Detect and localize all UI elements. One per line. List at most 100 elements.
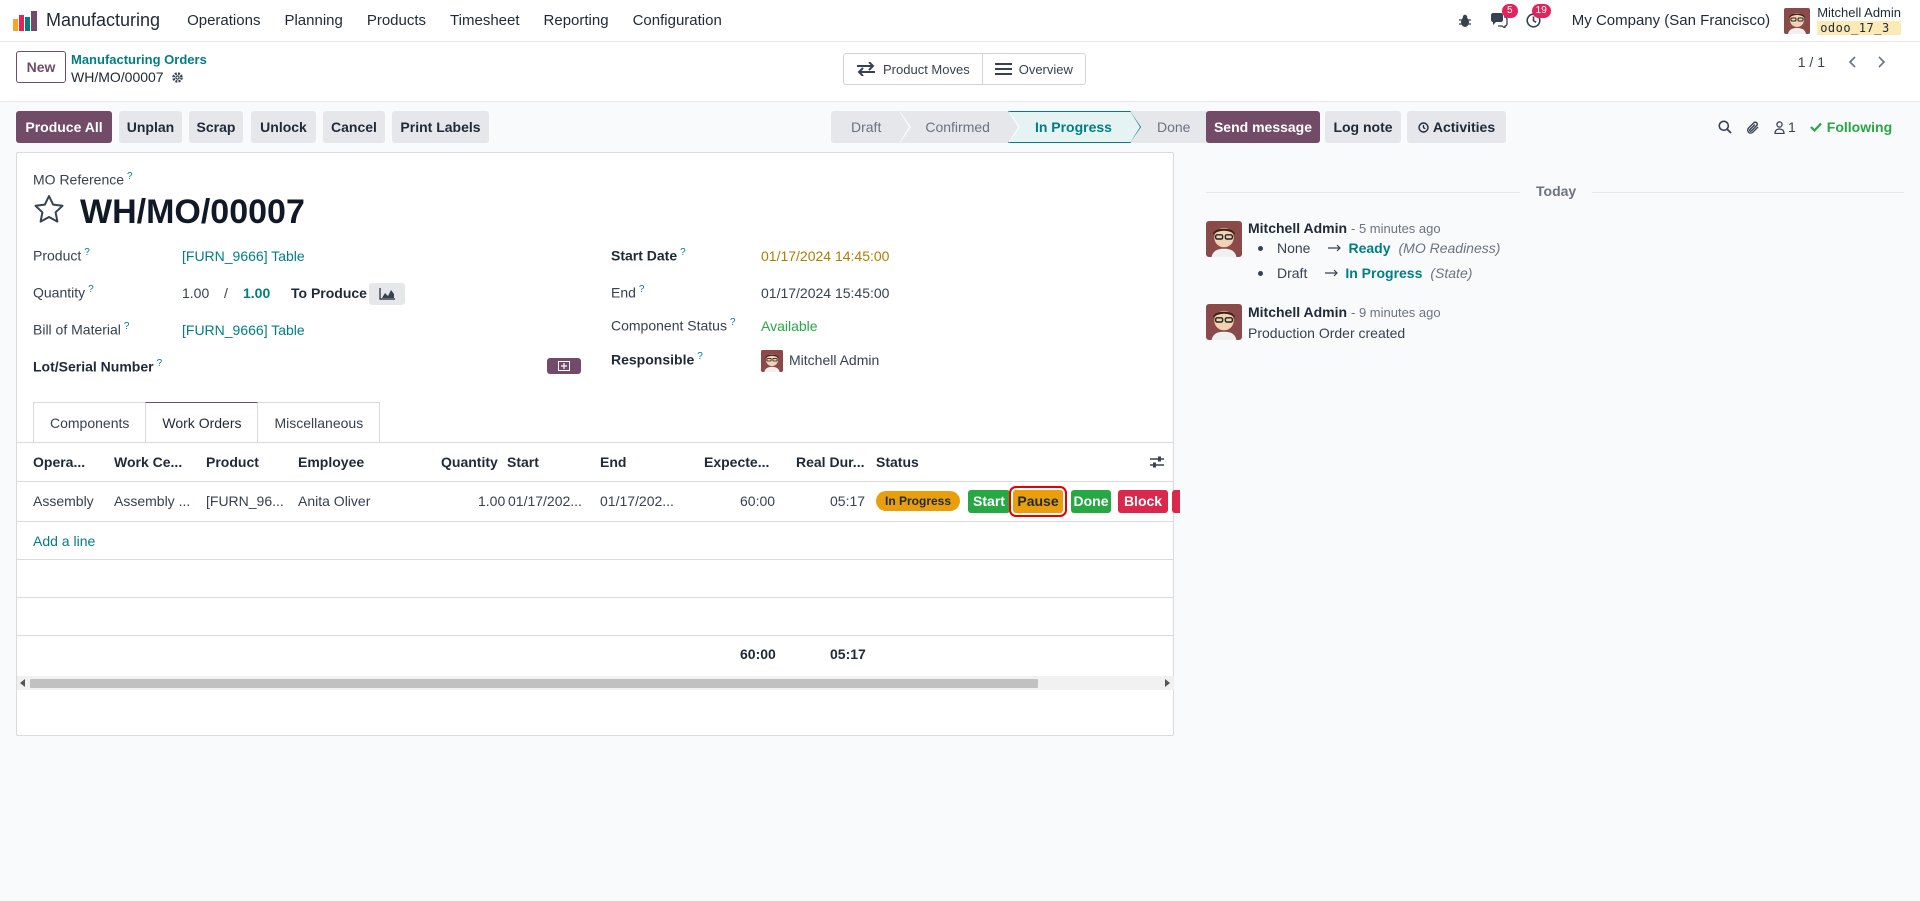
app-brand[interactable]: Manufacturing <box>13 10 160 31</box>
done-button[interactable]: Done <box>1071 490 1111 513</box>
tracking-old-value: Draft <box>1277 265 1308 281</box>
followers-button[interactable]: 1 <box>1774 119 1796 135</box>
cell-expected: 60:00 <box>740 493 776 509</box>
menu-reporting[interactable]: Reporting <box>532 0 621 42</box>
column-product[interactable]: Product <box>206 454 259 470</box>
message-avatar[interactable] <box>1206 221 1242 257</box>
menu-configuration[interactable]: Configuration <box>621 0 734 42</box>
message-avatar[interactable] <box>1206 304 1242 340</box>
scroll-right-icon[interactable] <box>1165 679 1170 687</box>
print-labels-button[interactable]: Print Labels <box>392 111 489 143</box>
top-navbar: Manufacturing Operations Planning Produc… <box>0 0 1920 42</box>
following-button[interactable]: Following <box>1810 119 1892 135</box>
column-employee[interactable]: Employee <box>298 454 364 470</box>
tab-miscellaneous[interactable]: Miscellaneous <box>257 402 381 442</box>
messages-icon[interactable]: 5 <box>1490 4 1518 28</box>
pager-value[interactable]: 1 / 1 <box>1798 54 1825 70</box>
add-line-row: Add a line <box>17 522 1174 560</box>
breadcrumb-manufacturing-orders[interactable]: Manufacturing Orders <box>71 52 207 67</box>
manufacturing-app-icon <box>13 10 38 31</box>
stage-confirmed[interactable]: Confirmed <box>899 111 1020 143</box>
message-author[interactable]: Mitchell Admin <box>1248 220 1347 236</box>
message-body: Production Order created <box>1248 325 1406 341</box>
date-separator-today: Today <box>1520 183 1593 199</box>
cell-end: 01/17/202... <box>600 493 674 509</box>
star-icon[interactable] <box>33 194 65 224</box>
quantity-field[interactable]: 1.00 <box>182 285 209 301</box>
component-status-field: Available <box>761 318 818 334</box>
column-status[interactable]: Status <box>876 454 919 470</box>
activities-label: Activities <box>1432 119 1496 135</box>
add-lot-icon[interactable] <box>547 358 581 374</box>
start-date-field[interactable]: 01/17/2024 14:45:00 <box>761 248 889 264</box>
column-real-duration[interactable]: Real Dur... <box>796 454 864 470</box>
stage-draft[interactable]: Draft <box>831 111 912 143</box>
menu-operations[interactable]: Operations <box>175 0 272 42</box>
tracking-change: Draft In Progress (State) <box>1258 265 1472 281</box>
tab-work-orders[interactable]: Work Orders <box>145 402 259 442</box>
new-button[interactable]: New <box>16 51 66 83</box>
add-line-link[interactable]: Add a line <box>33 533 95 549</box>
overview-label: Overview <box>1018 61 1073 77</box>
cancel-button[interactable]: Cancel <box>323 111 385 143</box>
gear-icon[interactable] <box>171 71 184 84</box>
produce-all-button[interactable]: Produce All <box>16 111 112 143</box>
product-field[interactable]: [FURN_9666] Table <box>182 248 305 264</box>
stage-in-progress[interactable]: In Progress <box>1007 111 1142 143</box>
block-button[interactable]: Block <box>1118 490 1168 513</box>
message-author[interactable]: Mitchell Admin <box>1248 304 1347 320</box>
paperclip-icon[interactable] <box>1746 120 1760 135</box>
product-moves-button[interactable]: Product Moves <box>844 54 982 84</box>
scrollbar-thumb[interactable] <box>30 679 1038 688</box>
pager-previous-icon[interactable] <box>1837 50 1867 74</box>
stage-done[interactable]: Done <box>1130 111 1209 143</box>
cell-employee: Anita Oliver <box>298 493 371 509</box>
optional-columns-icon[interactable] <box>1149 455 1165 469</box>
more-button[interactable] <box>1172 490 1180 513</box>
menu-products[interactable]: Products <box>355 0 438 42</box>
debug-icon[interactable] <box>1458 14 1472 28</box>
user-menu[interactable]: Mitchell Admin odoo_17_3 <box>1784 6 1901 35</box>
scrap-button[interactable]: Scrap <box>189 111 243 143</box>
horizontal-scrollbar[interactable] <box>17 676 1174 690</box>
quantity-target[interactable]: 1.00 <box>243 285 270 301</box>
forecast-chart-icon[interactable] <box>369 283 405 305</box>
overview-button[interactable]: Overview <box>981 54 1085 84</box>
bullet <box>1258 270 1263 276</box>
long-arrow-right-icon <box>1328 244 1342 252</box>
pager-next-icon[interactable] <box>1867 50 1897 74</box>
tab-components[interactable]: Components <box>33 402 147 442</box>
end-field[interactable]: 01/17/2024 15:45:00 <box>761 285 889 301</box>
control-panel: New Manufacturing Orders WH/MO/00007 Pro… <box>0 42 1920 102</box>
unplan-button[interactable]: Unplan <box>119 111 182 143</box>
column-end[interactable]: End <box>600 454 626 470</box>
responsible-field[interactable]: Mitchell Admin <box>789 352 879 368</box>
column-start[interactable]: Start <box>507 454 539 470</box>
pause-button[interactable]: Pause <box>1013 490 1063 513</box>
send-message-button[interactable]: Send message <box>1206 111 1320 143</box>
column-work-center[interactable]: Work Ce... <box>114 454 182 470</box>
menu-timesheet[interactable]: Timesheet <box>438 0 531 42</box>
column-quantity[interactable]: Quantity <box>441 454 498 470</box>
menu-planning[interactable]: Planning <box>272 0 354 42</box>
bom-field[interactable]: [FURN_9666] Table <box>182 322 305 338</box>
scroll-left-icon[interactable] <box>20 679 25 687</box>
column-expected[interactable]: Expecte... <box>704 454 769 470</box>
list-icon <box>994 62 1019 76</box>
chatter-toolbar: 1 Following <box>1718 111 1892 143</box>
tracking-old-value: None <box>1277 240 1311 256</box>
end-label: End? <box>611 284 645 301</box>
check-icon <box>1810 122 1822 132</box>
activities-button[interactable]: Activities <box>1407 111 1506 143</box>
unlock-button[interactable]: Unlock <box>251 111 316 143</box>
table-row[interactable]: Assembly Assembly ... [FURN_96... Anita … <box>17 482 1180 522</box>
start-button[interactable]: Start <box>968 490 1010 513</box>
column-operation[interactable]: Opera... <box>33 454 85 470</box>
search-icon[interactable] <box>1718 120 1732 134</box>
breadcrumb-current-label: WH/MO/00007 <box>71 69 164 85</box>
activities-icon[interactable]: 19 <box>1526 4 1551 28</box>
company-switcher[interactable]: My Company (San Francisco) <box>1572 12 1770 29</box>
component-status-label: Component Status? <box>611 317 736 334</box>
tracking-change: None Ready (MO Readiness) <box>1258 240 1500 256</box>
log-note-button[interactable]: Log note <box>1325 111 1401 143</box>
